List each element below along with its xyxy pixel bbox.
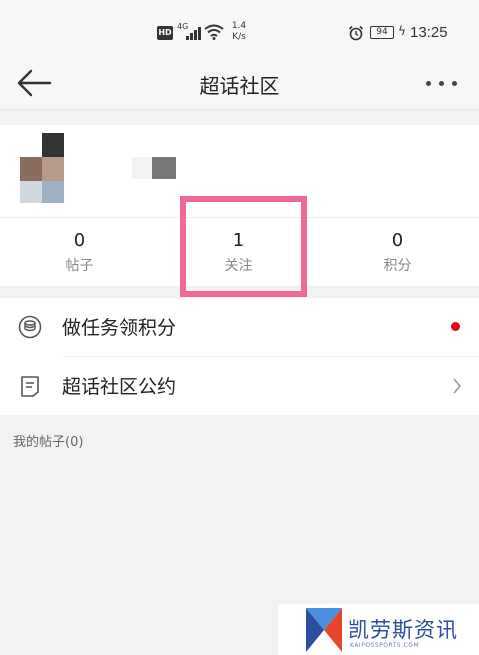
alarm-icon [348, 25, 364, 41]
clock: 13:25 [410, 24, 448, 41]
stat-posts-label: 帖子 [65, 258, 94, 274]
stat-posts-value: 0 [73, 230, 86, 251]
charging-icon: ϟ [398, 24, 406, 38]
nav-bar: 超话社区 [0, 56, 479, 110]
menu-item-rules[interactable]: 超话社区公约 [0, 357, 479, 415]
stat-posts[interactable]: 0 帖子 [0, 218, 159, 286]
stat-points-value: 0 [391, 230, 404, 251]
stat-following-label: 关注 [224, 258, 253, 274]
chevron-right-icon [453, 378, 462, 394]
username-blurred [132, 157, 178, 179]
more-options-icon[interactable] [426, 80, 458, 88]
stat-following[interactable]: 1 关注 [159, 218, 318, 286]
coins-icon [18, 315, 42, 339]
notification-dot [451, 322, 460, 331]
page-title: 超话社区 [199, 74, 280, 98]
network-speed-value: 1.4 [231, 21, 247, 31]
hd-badge: HD [157, 26, 173, 40]
menu-list: 做任务领积分 超话社区公约 [0, 298, 479, 415]
stat-points[interactable]: 0 积分 [318, 218, 477, 286]
watermark-logo-icon [306, 608, 342, 652]
profile-header [0, 125, 479, 218]
watermark-title: 凯劳斯资讯 [348, 618, 458, 642]
document-icon [21, 376, 39, 397]
stat-points-label: 积分 [383, 258, 412, 274]
status-bar: HD 4G 1.4 K/s 94 ϟ 13:25 [0, 0, 479, 56]
avatar[interactable] [20, 133, 68, 203]
signal-icon [186, 26, 202, 40]
wifi-icon [204, 24, 224, 40]
menu-item-tasks[interactable]: 做任务领积分 [0, 298, 479, 357]
network-speed-unit: K/s [232, 32, 246, 42]
menu-item-rules-label: 超话社区公约 [62, 376, 177, 398]
stats-row: 0 帖子 1 关注 0 积分 [0, 218, 479, 286]
watermark: 凯劳斯资讯 KAIPOSSPORTS.COM [278, 604, 479, 655]
my-posts-header: 我的帖子(0) [13, 435, 84, 450]
watermark-subtitle: KAIPOSSPORTS.COM [350, 642, 420, 649]
network-speed: 1.4 K/s [228, 21, 250, 43]
battery-indicator: 94 [370, 26, 394, 39]
stat-following-value: 1 [232, 230, 245, 251]
menu-item-tasks-label: 做任务领积分 [62, 317, 177, 339]
